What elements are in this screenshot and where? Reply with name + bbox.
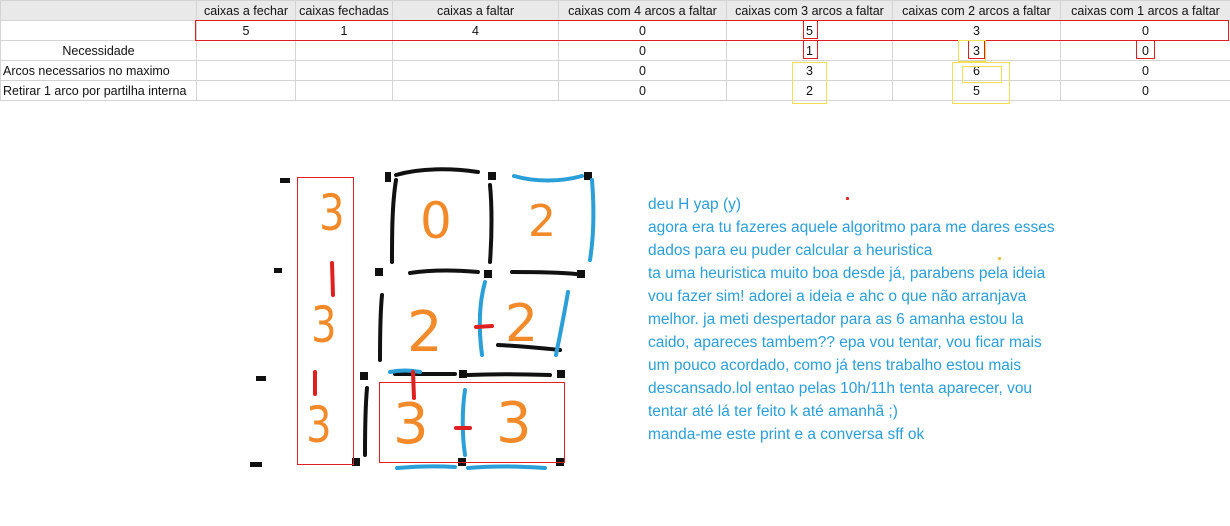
chat-line: tentar até lá ter feito k até amanhã ;) [648, 403, 898, 420]
column-number: 3 [311, 296, 337, 354]
box-count: 3 [393, 392, 429, 457]
chat-line: descansado.lol entao pelas 10h/11h tenta… [648, 380, 1033, 397]
chat-line: vou fazer sim! adorei a ideia e ahc o qu… [648, 288, 1027, 305]
box-count: 2 [505, 294, 539, 354]
chat-line: agora era tu fazeres aquele algoritmo pa… [648, 219, 1055, 236]
box-count: 3 [496, 391, 532, 456]
chat-line: manda-me este print e a conversa sff ok [648, 426, 925, 443]
chat-line: um pouco acordado, como já tens trabalho… [648, 357, 1022, 374]
chat-line: melhor. ja meti despertador para as 6 am… [648, 311, 1024, 328]
column-number: 3 [306, 396, 332, 454]
chat-line: dados para eu puder calcular a heuristic… [648, 242, 933, 259]
chat-line: ta uma heuristica muito boa desde já, pa… [648, 265, 1046, 282]
chat-line: caido, apareces tambem?? epa vou tentar,… [648, 334, 1042, 351]
box-count: 2 [407, 300, 443, 365]
stray-red-dot [846, 197, 849, 200]
box-count: 2 [528, 196, 556, 247]
stray-yellow-dot [998, 257, 1001, 260]
column-number: 3 [319, 184, 345, 242]
chat-line: deu H yap (y) [648, 196, 742, 213]
chat-messages: deu H yap (y) agora era tu fazeres aquel… [648, 193, 1118, 446]
box-count: 0 [420, 192, 452, 250]
